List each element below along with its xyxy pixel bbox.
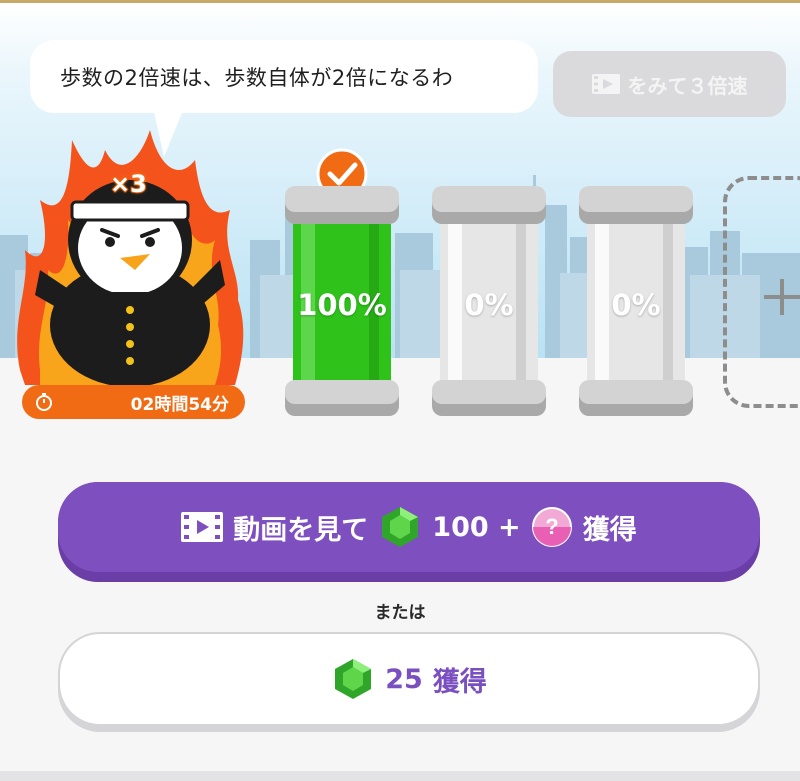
or-label: または — [374, 603, 426, 623]
bottom-bar — [0, 771, 800, 781]
battery-empty-1[interactable]: 0% — [430, 180, 548, 420]
plus-icon — [764, 279, 800, 315]
watch-video-button-face: 動画を見て 100 + ? 獲得 — [58, 482, 760, 572]
video-icon — [181, 512, 224, 542]
watch-video-reward-text: 獲得 — [582, 514, 637, 546]
multiplier-badge: ×3 — [109, 169, 148, 199]
battery-empty-2[interactable]: 0% — [577, 180, 695, 420]
get-gems-amount: 25 — [385, 663, 423, 695]
watch-for-3x-speed-label: をみて３倍速 — [627, 73, 748, 98]
battery-empty-1-label: 0% — [464, 288, 514, 322]
stopwatch-icon — [36, 393, 52, 411]
battery-empty-2-label: 0% — [611, 288, 661, 322]
video-icon — [591, 74, 620, 94]
timer-text: 02時間54分 — [130, 394, 229, 415]
watch-for-3x-speed-button[interactable]: をみて３倍速 — [553, 51, 786, 117]
speech-bubble-text: 歩数の2倍速は、歩数自体が2倍になるわ — [60, 65, 454, 90]
gem-icon — [335, 659, 372, 699]
battery-full[interactable]: 100% — [283, 180, 401, 420]
get-gems-label: 獲得 — [432, 666, 487, 698]
svg-text:?: ? — [545, 514, 558, 539]
battery-full-label: 100% — [297, 288, 387, 322]
watch-video-text: 動画を見て — [233, 514, 369, 546]
penguin-mascot — [17, 130, 244, 387]
get-gems-button[interactable]: 25 獲得 — [58, 632, 760, 732]
watch-video-button[interactable]: 動画を見て 100 + ? 獲得 — [58, 482, 760, 582]
speech-bubble: 歩数の2倍速は、歩数自体が2倍になるわ — [30, 40, 538, 113]
mystery-item-icon: ? — [531, 507, 572, 547]
watch-video-gems: 100 + — [432, 511, 521, 543]
gem-icon — [382, 507, 419, 547]
timer-badge: 02時間54分 — [22, 385, 245, 419]
get-gems-button-face: 25 獲得 — [60, 634, 758, 724]
